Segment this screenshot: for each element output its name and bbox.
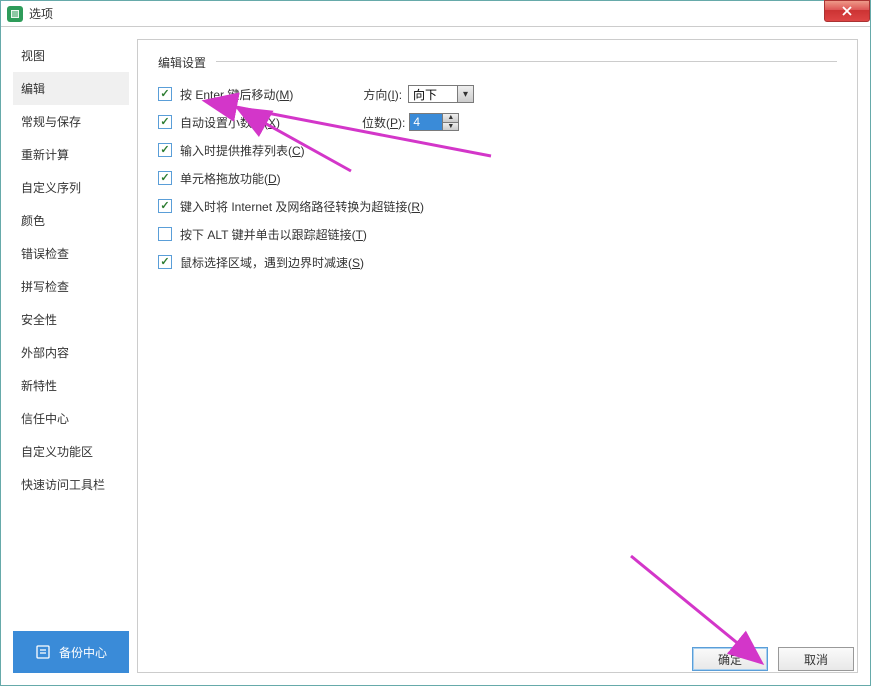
label-suggest-list: 输入时提供推荐列表(C) bbox=[180, 142, 305, 159]
close-button[interactable] bbox=[824, 0, 870, 22]
sidebar-item-label: 重新计算 bbox=[21, 146, 69, 163]
places-spinner[interactable]: ▲▼ bbox=[409, 113, 459, 131]
sidebar-item-label: 编辑 bbox=[21, 80, 45, 97]
backup-label: 备份中心 bbox=[59, 644, 107, 661]
sidebar-item-label: 错误检查 bbox=[21, 245, 69, 262]
backup-icon bbox=[35, 644, 51, 660]
checkbox-auto-decimal[interactable] bbox=[158, 115, 172, 129]
sidebar-item-custom-lists[interactable]: 自定义序列 bbox=[13, 171, 129, 204]
direction-select[interactable]: 向下 bbox=[408, 85, 474, 103]
label-auto-hyperlink: 键入时将 Internet 及网络路径转换为超链接(R) bbox=[180, 198, 424, 215]
sidebar-item-quick-access[interactable]: 快速访问工具栏 bbox=[13, 468, 129, 501]
app-icon bbox=[7, 6, 23, 22]
cancel-label: 取消 bbox=[804, 651, 828, 668]
spin-up[interactable]: ▲ bbox=[442, 114, 458, 123]
sidebar-item-spellcheck[interactable]: 拼写检查 bbox=[13, 270, 129, 303]
cancel-button[interactable]: 取消 bbox=[778, 647, 854, 671]
sidebar-item-label: 拼写检查 bbox=[21, 278, 69, 295]
ok-label: 确定 bbox=[718, 651, 742, 668]
checkbox-auto-hyperlink[interactable] bbox=[158, 199, 172, 213]
checkbox-drag-fill[interactable] bbox=[158, 171, 172, 185]
sidebar-item-error-check[interactable]: 错误检查 bbox=[13, 237, 129, 270]
label-alt-click-link: 按下 ALT 键并单击以跟踪超链接(T) bbox=[180, 226, 367, 243]
ok-button[interactable]: 确定 bbox=[692, 647, 768, 671]
sidebar-item-custom-ribbon[interactable]: 自定义功能区 bbox=[13, 435, 129, 468]
label-auto-decimal: 自动设置小数点(X) bbox=[180, 114, 280, 131]
window-title: 选项 bbox=[29, 5, 53, 22]
sidebar-item-color[interactable]: 颜色 bbox=[13, 204, 129, 237]
sidebar-item-trust-center[interactable]: 信任中心 bbox=[13, 402, 129, 435]
sidebar-item-security[interactable]: 安全性 bbox=[13, 303, 129, 336]
places-input[interactable] bbox=[410, 114, 442, 130]
settings-panel: 编辑设置 按 Enter 键后移动(M) 方向(I): 向下 自动设置小数点(X… bbox=[137, 39, 858, 673]
title-bar: 选项 bbox=[1, 1, 870, 27]
sidebar-item-label: 自定义序列 bbox=[21, 179, 81, 196]
sidebar-item-view[interactable]: 视图 bbox=[13, 39, 129, 72]
checkbox-slow-at-edge[interactable] bbox=[158, 255, 172, 269]
sidebar-item-label: 常规与保存 bbox=[21, 113, 81, 130]
sidebar-item-label: 外部内容 bbox=[21, 344, 69, 361]
sidebar-item-label: 新特性 bbox=[21, 377, 57, 394]
divider bbox=[216, 61, 837, 62]
label-places: 位数(P): bbox=[362, 114, 405, 131]
sidebar-item-external[interactable]: 外部内容 bbox=[13, 336, 129, 369]
sidebar-item-label: 自定义功能区 bbox=[21, 443, 93, 460]
sidebar-item-label: 安全性 bbox=[21, 311, 57, 328]
label-enter-move: 按 Enter 键后移动(M) bbox=[180, 86, 293, 103]
sidebar-item-edit[interactable]: 编辑 bbox=[13, 72, 129, 105]
sidebar-item-label: 快速访问工具栏 bbox=[21, 476, 105, 493]
sidebar-item-label: 视图 bbox=[21, 47, 45, 64]
label-direction: 方向(I): bbox=[363, 86, 402, 103]
sidebar-item-label: 颜色 bbox=[21, 212, 45, 229]
panel-legend: 编辑设置 bbox=[158, 54, 210, 71]
label-slow-at-edge: 鼠标选择区域，遇到边界时减速(S) bbox=[180, 254, 364, 271]
backup-center-button[interactable]: 备份中心 bbox=[13, 631, 129, 673]
sidebar-item-recalc[interactable]: 重新计算 bbox=[13, 138, 129, 171]
label-drag-fill: 单元格拖放功能(D) bbox=[180, 170, 281, 187]
direction-value: 向下 bbox=[413, 86, 437, 103]
sidebar: 视图 编辑 常规与保存 重新计算 自定义序列 颜色 错误检查 拼写检查 安全性 … bbox=[13, 39, 129, 673]
checkbox-alt-click-link[interactable] bbox=[158, 227, 172, 241]
chevron-down-icon bbox=[457, 86, 473, 102]
checkbox-suggest-list[interactable] bbox=[158, 143, 172, 157]
sidebar-item-general-save[interactable]: 常规与保存 bbox=[13, 105, 129, 138]
sidebar-item-new-features[interactable]: 新特性 bbox=[13, 369, 129, 402]
spin-down[interactable]: ▼ bbox=[442, 123, 458, 131]
checkbox-enter-move[interactable] bbox=[158, 87, 172, 101]
sidebar-item-label: 信任中心 bbox=[21, 410, 69, 427]
